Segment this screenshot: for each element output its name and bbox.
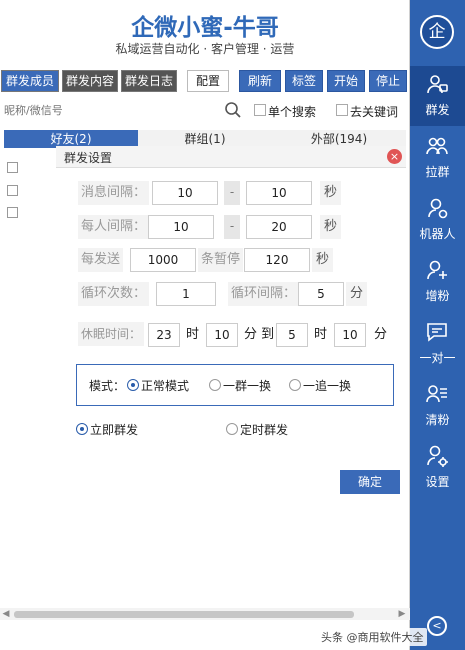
mode-follow-switch-radio[interactable] [289,379,301,391]
sleep-end-hour-input[interactable]: 5 [276,323,308,347]
collapse-icon[interactable]: < [427,616,447,636]
app-subtitle: 私域运营自动化 · 客户管理 · 运营 [115,42,295,56]
sleep-to-label: 分 到 [244,327,275,342]
sidebar-label-pull-group: 拉群 [425,165,450,179]
mode-normal-radio[interactable] [127,379,139,391]
single-search-label: 单个搜索 [268,105,317,119]
confirm-button[interactable]: 确定 [340,470,400,494]
sleep-end-min-input[interactable]: 10 [334,323,366,347]
sidebar-item-clean-fans[interactable]: 清粉 [410,376,465,436]
loop-count-input[interactable]: 1 [156,282,216,306]
batch-label: 每发送 [78,248,124,272]
tab-group-members[interactable]: 群发成员 [1,70,59,92]
scroll-left-icon[interactable]: ◀ [0,608,12,620]
msg-interval-min-input[interactable]: 10 [152,181,218,205]
main-panel: 企微小蜜-牛哥 私域运营自动化 · 客户管理 · 运营 群发成员 群发内容 群发… [0,0,410,650]
robot-icon [428,198,448,219]
search-input[interactable] [4,100,214,120]
batch-pause-unit: 秒 [312,248,334,272]
batch-pause-label: 条暂停 [198,248,244,272]
mode-label: 模式： [89,379,126,393]
watermark: 头条 @商用软件大全 [318,628,427,646]
mode-follow-switch-label: 一追一换 [303,379,352,393]
row-checkbox-1[interactable] [7,185,18,196]
row-checkbox-2[interactable] [7,207,18,218]
sidebar-item-pull-group[interactable]: 拉群 [410,128,465,188]
scroll-right-icon[interactable]: ▶ [396,608,408,620]
dialog-title-bar: 群发设置 × [56,146,406,168]
sidebar-item-one-to-one[interactable]: 一对一 [410,314,465,374]
config-button[interactable]: 配置 [187,70,229,92]
close-icon[interactable]: × [387,149,402,164]
sidebar-label-group-send: 群发 [425,103,450,117]
loop-interval-input[interactable]: 5 [298,282,344,306]
user-gear-icon [427,445,448,467]
msg-interval-label: 消息间隔： [78,181,150,205]
send-scheduled-label: 定时群发 [240,423,289,437]
user-send-icon [427,75,448,94]
sidebar: 企 群发 拉群 机器人 增粉 一对一 清粉 设置 < [410,0,465,650]
tab-group-log[interactable]: 群发日志 [121,70,177,92]
loop-count-label: 循环次数： [78,282,150,306]
app-logo: 企 [420,15,454,49]
sleep-start-hour-input[interactable]: 23 [148,323,180,347]
sleep-start-min-input[interactable]: 10 [206,323,238,347]
person-interval-min-input[interactable]: 10 [148,215,214,239]
person-interval-separator: - [224,215,240,239]
sidebar-item-settings[interactable]: 设置 [410,438,465,498]
toolbar: 群发成员 群发内容 群发日志 配置 刷新 标签 开始 停止 [0,70,410,92]
app-title: 企微小蜜-牛哥 [131,15,279,41]
dialog-title: 群发设置 [64,151,113,165]
mode-normal-label: 正常模式 [141,379,190,393]
row-checkbox-header[interactable] [7,162,18,173]
batch-pause-input[interactable]: 120 [244,248,310,272]
sidebar-item-group-send[interactable]: 群发 [410,66,465,126]
single-search-checkbox[interactable] [254,104,266,116]
sidebar-label-settings: 设置 [425,475,450,489]
sidebar-label-add-fans: 增粉 [425,289,450,303]
msg-interval-max-input[interactable]: 10 [246,181,312,205]
sleep-end-hour-unit: 时 [314,327,328,342]
user-plus-icon [427,260,447,280]
header: 企微小蜜-牛哥 私域运营自动化 · 客户管理 · 运营 [0,0,410,66]
sidebar-label-robot: 机器人 [419,227,456,241]
tab-group-content[interactable]: 群发内容 [62,70,118,92]
sleep-time-label: 休眠时间： [78,322,145,346]
search-icon[interactable] [224,101,242,119]
tag-button[interactable]: 标签 [285,70,323,92]
msg-interval-unit: 秒 [320,181,342,205]
person-interval-unit: 秒 [320,215,342,239]
send-now-radio[interactable] [76,423,88,435]
sidebar-label-one-to-one: 一对一 [419,351,456,365]
sidebar-item-robot[interactable]: 机器人 [410,190,465,250]
mode-group-switch-label: 一群一换 [223,379,272,393]
refresh-button[interactable]: 刷新 [239,70,281,92]
loop-interval-unit: 分 [346,282,368,306]
loop-interval-label: 循环间隔： [228,282,300,306]
person-interval-max-input[interactable]: 20 [246,215,312,239]
batch-count-input[interactable]: 1000 [130,248,196,272]
msg-interval-separator: - [224,181,240,205]
mode-group-switch-radio[interactable] [209,379,221,391]
start-button[interactable]: 开始 [327,70,365,92]
exclude-keyword-checkbox[interactable] [336,104,348,116]
users-icon [426,137,448,155]
mode-group: 模式： 正常模式 一群一换 一追一换 [76,364,394,406]
scrollbar-thumb[interactable] [14,611,354,618]
send-scheduled-radio[interactable] [226,423,238,435]
user-list-icon [426,385,447,403]
sidebar-item-add-fans[interactable]: 增粉 [410,252,465,312]
person-interval-label: 每人间隔： [78,215,150,239]
horizontal-scrollbar[interactable]: ◀ ▶ [0,608,410,620]
sidebar-label-clean-fans: 清粉 [425,413,450,427]
stop-button[interactable]: 停止 [369,70,407,92]
group-send-settings-dialog: 群发设置 × 消息间隔： 10 - 10 秒 每人间隔： 10 - 20 秒 每… [56,146,406,508]
chat-icon [427,323,447,342]
exclude-keyword-label: 去关键词 [350,105,399,119]
sleep-start-hour-unit: 时 [186,327,200,342]
send-now-label: 立即群发 [90,423,139,437]
search-bar: 单个搜索 去关键词 [0,98,410,122]
sleep-end-min-unit: 分 [374,327,388,342]
